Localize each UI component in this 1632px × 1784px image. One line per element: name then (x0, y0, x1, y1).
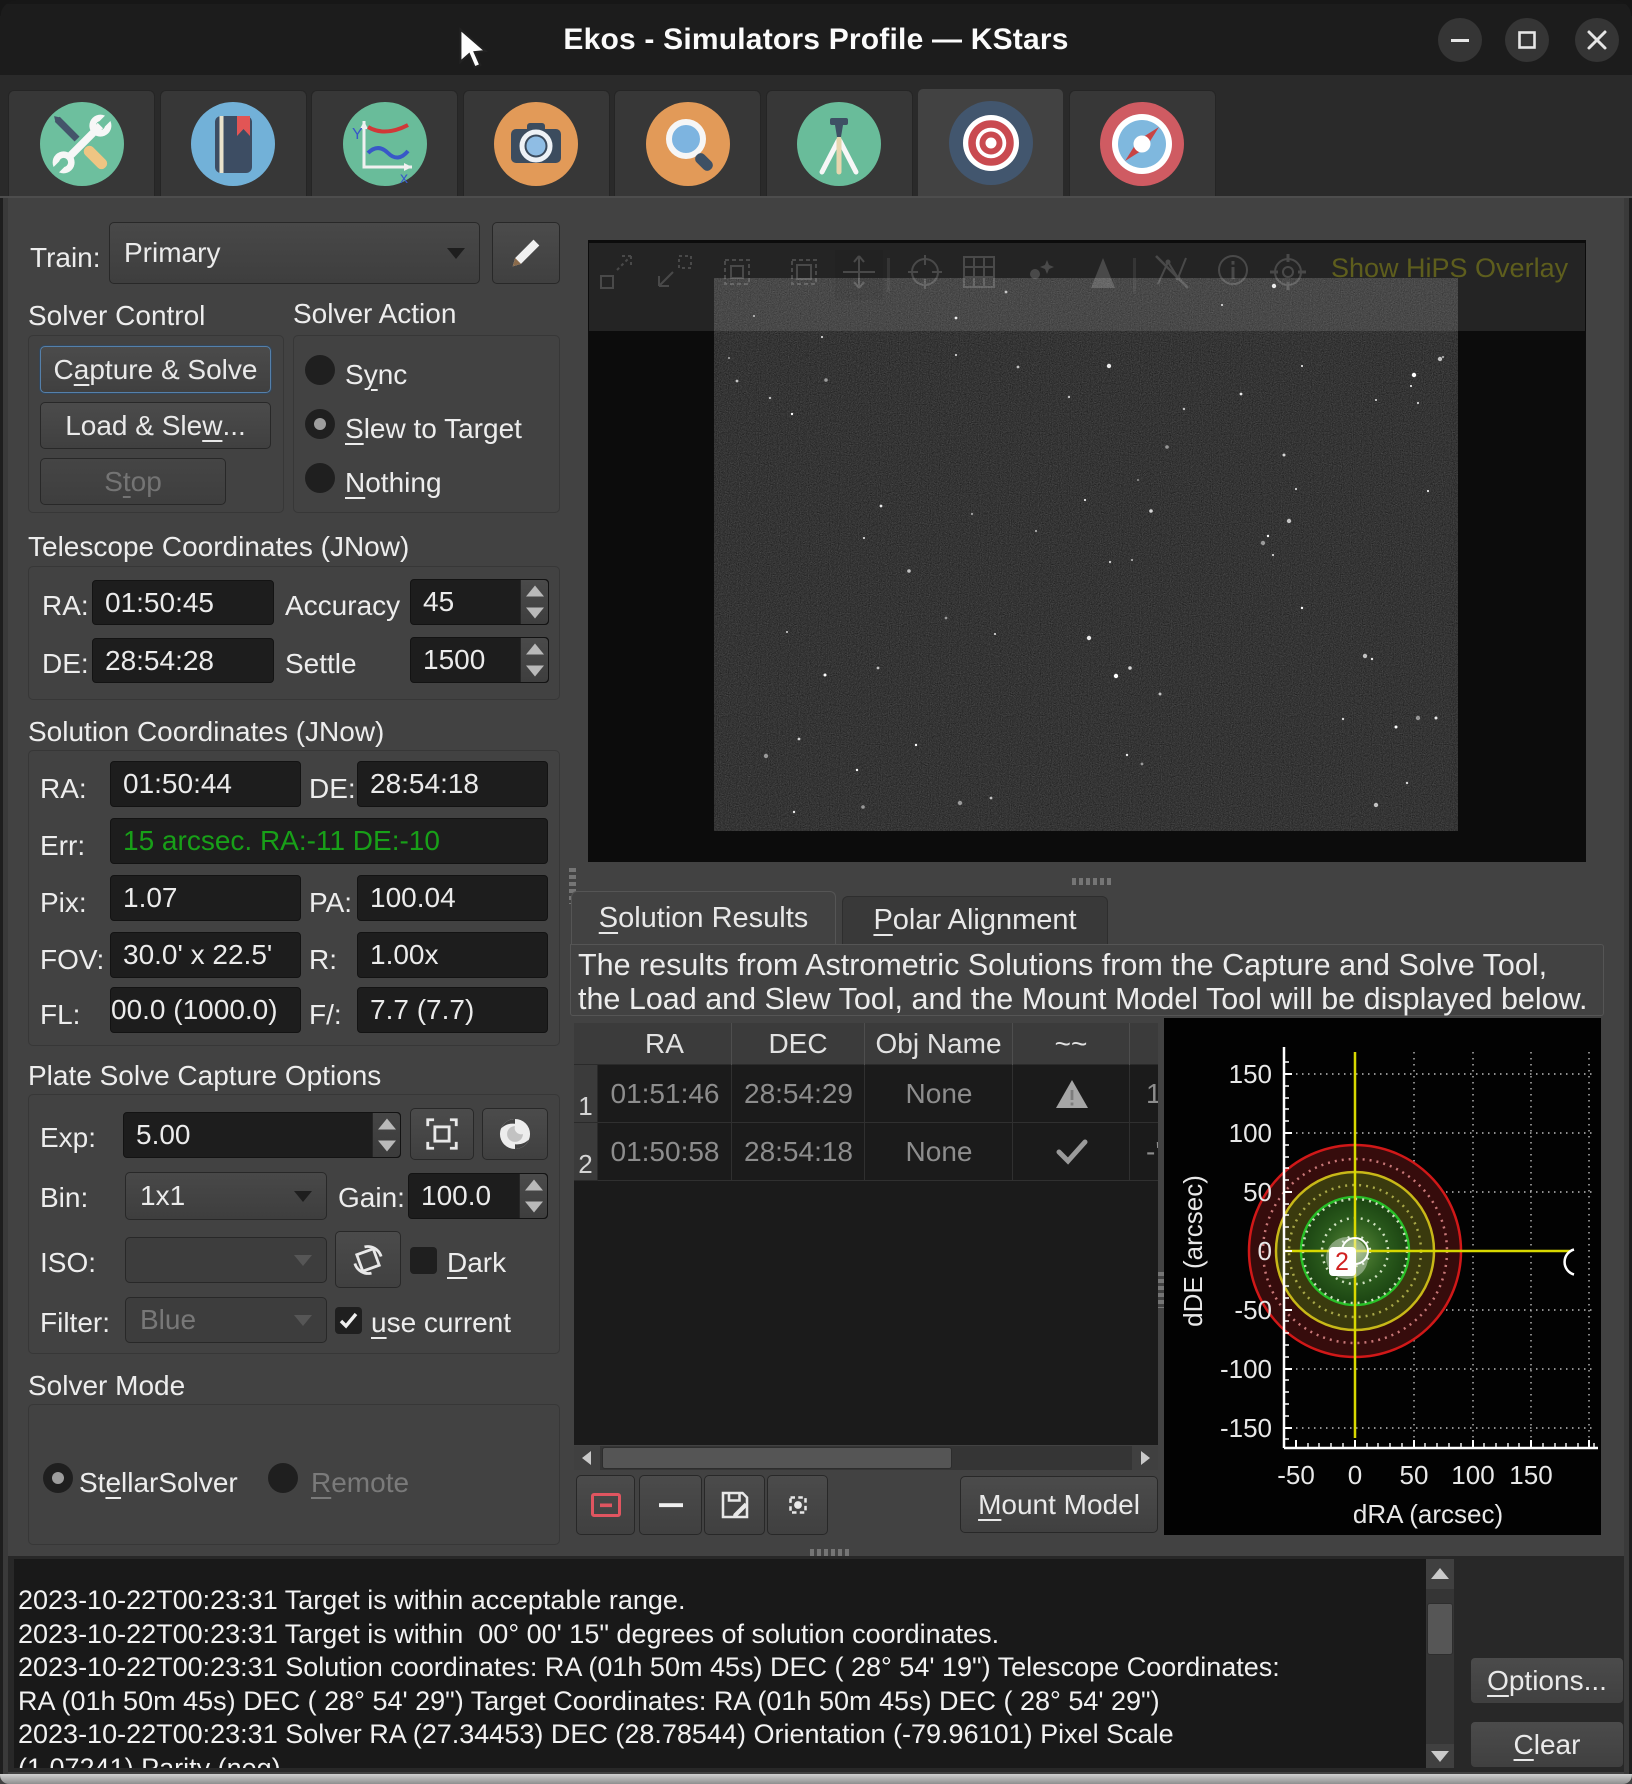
svg-text:50: 50 (1243, 1177, 1272, 1207)
svg-text:100: 100 (1451, 1460, 1494, 1490)
svg-text:100: 100 (1229, 1118, 1272, 1148)
svg-text:150: 150 (1509, 1460, 1552, 1490)
svg-text:0: 0 (1258, 1236, 1272, 1266)
svg-text:-50: -50 (1277, 1460, 1315, 1490)
svg-text:dRA (arcsec): dRA (arcsec) (1353, 1499, 1503, 1529)
svg-text:-100: -100 (1220, 1354, 1272, 1384)
svg-text:x: x (400, 170, 408, 187)
svg-text:Y: Y (352, 126, 363, 143)
svg-text:-50: -50 (1234, 1295, 1272, 1325)
svg-text:dDE (arcsec): dDE (arcsec) (1178, 1175, 1208, 1327)
svg-text:50: 50 (1400, 1460, 1429, 1490)
svg-text:2: 2 (1335, 1248, 1349, 1276)
svg-text:-150: -150 (1220, 1413, 1272, 1443)
svg-text:150: 150 (1229, 1059, 1272, 1089)
svg-text:0: 0 (1348, 1460, 1362, 1490)
